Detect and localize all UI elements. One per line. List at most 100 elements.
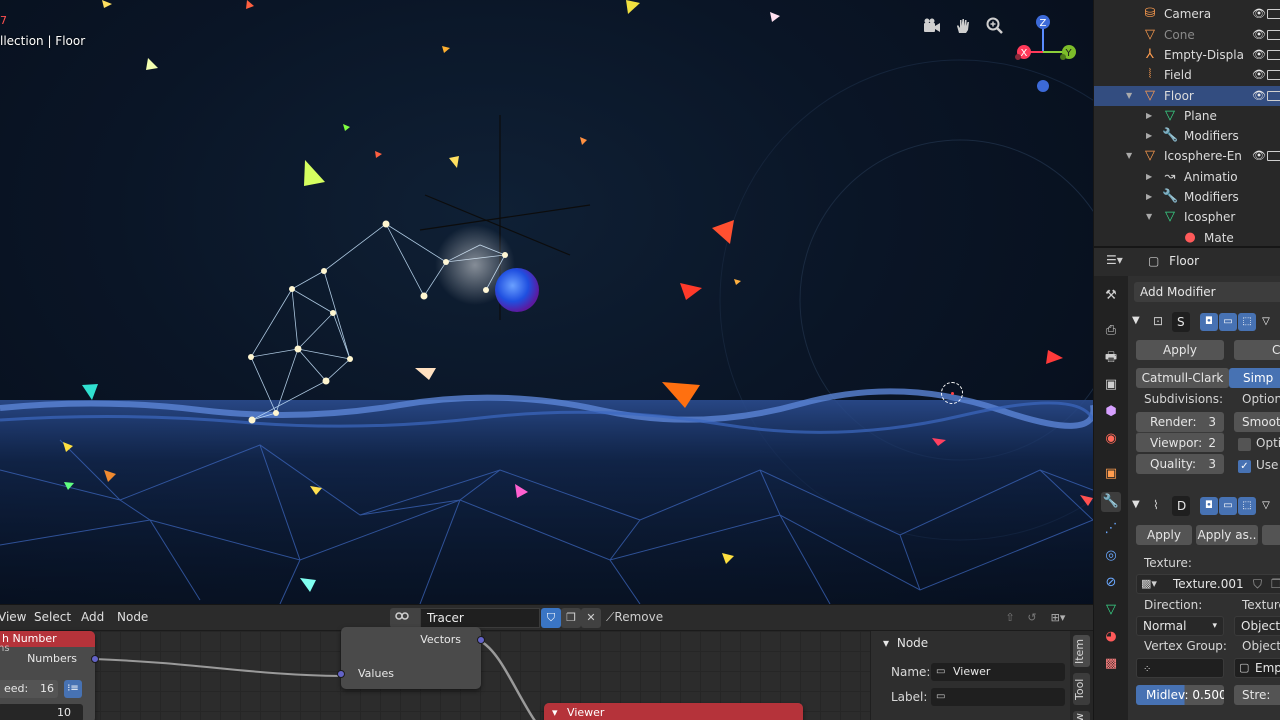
object-tab-icon[interactable]: ▣ (1101, 464, 1121, 484)
pan-hand-icon[interactable] (951, 16, 975, 40)
oncage-toggle-icon[interactable]: ▽ (1257, 497, 1275, 515)
tab-item[interactable]: Item (1073, 635, 1090, 667)
physics-tab-icon[interactable]: ◎ (1101, 546, 1121, 566)
midlevel-slider[interactable]: Midlev: 0.500 (1136, 685, 1224, 705)
render-levels-field[interactable]: Render: 3 (1136, 412, 1224, 432)
outliner-row[interactable]: ▼ ▽ Icospher (1094, 207, 1280, 227)
vector-node[interactable]: Vectors Values (337, 627, 485, 689)
material-tab-icon[interactable]: ◕ (1101, 627, 1121, 647)
render-toggle-icon[interactable]: ⬚ (1238, 313, 1256, 331)
random-number-node[interactable]: h Number ns Numbers eed: 16 ⁝≡ 10 (0, 631, 99, 720)
expand-arrow-icon[interactable]: ▶ (1146, 187, 1152, 207)
editmode-toggle-icon[interactable]: ◘ (1200, 313, 1218, 331)
visibility-eye-icon[interactable]: 👁 (1252, 65, 1266, 85)
object-field[interactable]: ▢ Emp (1234, 658, 1280, 678)
subsurf-apply-button[interactable]: Apply (1136, 340, 1224, 360)
menu-select[interactable]: Select (34, 610, 71, 624)
texture-tab-icon[interactable]: ▩ (1101, 654, 1121, 674)
visibility-eye-icon[interactable]: 👁 (1252, 146, 1266, 166)
close-icon[interactable]: ✕ (581, 608, 601, 628)
subsurf-modifier-header[interactable]: ▼ ⊡ S ◘ ▭ ⬚ ▽ (1132, 312, 1280, 336)
strength-field[interactable]: Stre: (1234, 685, 1280, 705)
visibility-eye-icon[interactable]: 👁 (1252, 4, 1266, 24)
menu-view[interactable]: View (0, 610, 26, 624)
outliner-row[interactable]: ▼ ▽ Floor 👁 (1094, 85, 1280, 106)
3d-cursor[interactable] (941, 382, 963, 404)
oncage-toggle-icon[interactable]: ▽ (1257, 313, 1275, 331)
expand-arrow-icon[interactable]: ▼ (1126, 146, 1132, 166)
expand-arrow-icon[interactable]: ▶ (1146, 167, 1152, 187)
pin-icon[interactable]: ⇧ (1000, 608, 1020, 628)
node-tree-type-dropdown[interactable] (390, 608, 424, 628)
scene-tab-icon[interactable]: ⬢ (1101, 402, 1121, 422)
outliner-row[interactable]: ● Mate (1094, 228, 1280, 246)
render-visibility-icon[interactable] (1267, 70, 1280, 81)
outliner-row[interactable]: ⅄ Empty-Displa 👁 (1094, 45, 1280, 65)
viewport-levels-field[interactable]: Viewpor: 2 (1136, 432, 1224, 452)
expand-arrow-icon[interactable]: ▶ (1146, 126, 1152, 146)
node-label-field[interactable]: ▭ (931, 688, 1065, 706)
vertex-group-field[interactable]: ⁘ (1136, 658, 1224, 678)
view-layer-tab-icon[interactable]: ▣ (1101, 375, 1121, 395)
outliner-row[interactable]: ▶ ▽ Plane (1094, 106, 1280, 126)
displace-copy-button[interactable] (1262, 525, 1280, 545)
world-tab-icon[interactable]: ◉ (1101, 429, 1121, 449)
displace-apply-button[interactable]: Apply (1136, 525, 1192, 545)
tool-tab-icon[interactable]: ⚒ (1101, 286, 1121, 306)
texture-coords-dropdown[interactable]: Object (1234, 616, 1280, 636)
outliner[interactable]: ▼▭Collection⛁Camera👁▽Cone👁⅄Empty-Displa👁… (1093, 0, 1280, 246)
render-tab-icon[interactable]: ⎙ (1101, 321, 1121, 341)
direction-dropdown[interactable]: Normal ▾ (1136, 616, 1224, 636)
editor-type-dropdown[interactable]: ☰▾ (1106, 253, 1134, 271)
viewport-toggle-icon[interactable]: ▭ (1219, 313, 1237, 331)
visibility-eye-icon[interactable]: 👁 (1252, 25, 1266, 45)
texture-selector[interactable]: ▩▾ Texture.001 ⛉ ❐ (1136, 574, 1280, 594)
node-tree-name-field[interactable]: Tracer (420, 608, 540, 628)
outliner-row[interactable]: ▼ ▽ Icosphere-En 👁 (1094, 146, 1280, 166)
render-visibility-icon[interactable] (1267, 29, 1280, 40)
render-visibility-icon[interactable] (1267, 9, 1280, 20)
numbers-output-socket[interactable] (91, 655, 99, 663)
use-limit-checkbox[interactable]: ✓ (1238, 460, 1251, 473)
node-section-header[interactable]: ▾ Node (883, 636, 928, 650)
navigation-gizmo[interactable]: Z Y X (1008, 12, 1083, 96)
tab-view[interactable]: w (1073, 711, 1090, 720)
expand-arrow-icon[interactable]: ▼ (1126, 86, 1132, 106)
optimal-display-checkbox[interactable] (1238, 438, 1251, 451)
fake-user-shield-icon[interactable]: ⛉ (541, 608, 561, 628)
viewport-toggle-icon[interactable]: ▭ (1219, 497, 1237, 515)
subsurf-name-field[interactable]: S (1172, 312, 1190, 332)
outliner-row[interactable]: ⦚ Field 👁 (1094, 65, 1280, 85)
menu-add[interactable]: Add (81, 610, 104, 624)
visibility-eye-icon[interactable]: 👁 (1252, 45, 1266, 65)
displace-modifier-header[interactable]: ▼ ⌇ D ◘ ▭ ⬚ ▽ (1132, 496, 1280, 520)
values-input-socket[interactable] (337, 670, 345, 678)
simple-button[interactable]: Simp (1229, 368, 1280, 388)
subsurf-copy-button[interactable]: Co (1234, 340, 1280, 360)
add-modifier-button[interactable]: Add Modifier (1134, 282, 1280, 302)
displace-name-field[interactable]: D (1172, 496, 1190, 516)
output-tab-icon[interactable]: 🖶 (1101, 348, 1121, 368)
smooth-dropdown[interactable]: Smoot (1234, 412, 1280, 432)
zoom-icon[interactable] (982, 16, 1006, 40)
snap-settings-icon[interactable]: ⊞▾ (1044, 608, 1072, 628)
render-visibility-icon[interactable] (1267, 90, 1280, 101)
quality-field[interactable]: Quality: 3 (1136, 454, 1224, 474)
particles-tab-icon[interactable]: ⋰ (1101, 519, 1121, 539)
seed-field[interactable]: eed: 16 (0, 680, 58, 698)
bottom-value-field[interactable]: 10 (0, 704, 83, 720)
outliner-row[interactable]: ▶ 🔧 Modifiers (1094, 126, 1280, 146)
parent-node-tree-icon[interactable]: ↺ (1022, 608, 1042, 628)
node-editor[interactable]: View Select Add Node Tracer ⛉ ❐ ✕ ⟋Remov… (0, 604, 1093, 720)
camera-view-icon[interactable] (920, 16, 944, 40)
expand-arrow-icon[interactable]: ▼ (1146, 207, 1152, 227)
editmode-toggle-icon[interactable]: ◘ (1200, 497, 1218, 515)
seed-list-icon[interactable]: ⁝≡ (64, 680, 82, 698)
3d-viewport[interactable]: 7 llection | Floor Z Y X (0, 0, 1093, 604)
remove-button[interactable]: ⟋Remove (606, 610, 663, 625)
visibility-eye-icon[interactable]: 👁 (1252, 86, 1266, 106)
node-canvas[interactable]: h Number ns Numbers eed: 16 ⁝≡ 10 Vector… (0, 627, 870, 720)
tab-tool[interactable]: Tool (1073, 673, 1090, 705)
vectors-output-socket[interactable] (477, 636, 485, 644)
render-visibility-icon[interactable] (1267, 151, 1280, 162)
